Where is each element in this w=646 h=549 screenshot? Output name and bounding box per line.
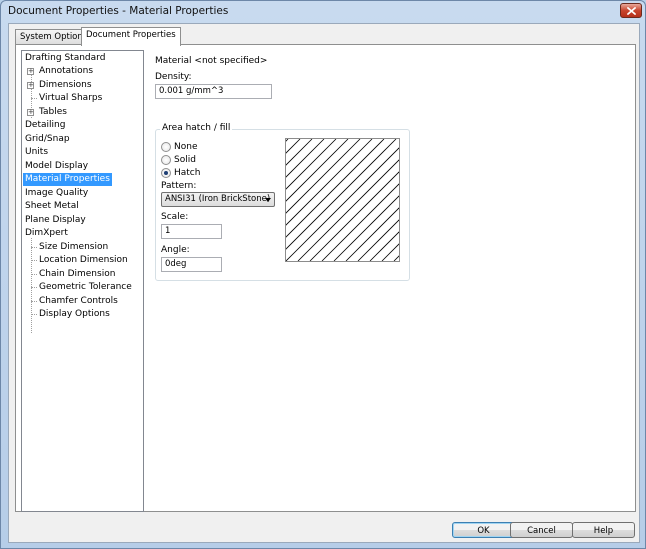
- tree-item-location-dimension[interactable]: Location Dimension: [37, 254, 130, 267]
- tree-item-plane-display[interactable]: Plane Display: [23, 214, 88, 227]
- tree-item-model-display[interactable]: Model Display: [23, 160, 90, 173]
- radio-solid-label: Solid: [174, 155, 196, 165]
- tree-item-drafting-standard[interactable]: Drafting Standard: [23, 52, 107, 65]
- angle-field[interactable]: 0deg: [161, 257, 222, 272]
- area-hatch-group: Area hatch / fill None Solid Hatch Patte…: [155, 123, 410, 281]
- expand-icon[interactable]: +: [27, 68, 34, 75]
- tree-item-units[interactable]: Units: [23, 146, 50, 159]
- radio-hatch-label: Hatch: [174, 168, 201, 178]
- tree-item-dimensions[interactable]: Dimensions: [37, 79, 94, 92]
- scale-label: Scale:: [161, 212, 189, 222]
- tab-document-properties[interactable]: Document Properties: [81, 27, 181, 46]
- radio-solid[interactable]: [161, 155, 171, 165]
- properties-tree[interactable]: + + + Drafting Standard Annotations Dime…: [21, 50, 144, 512]
- window-title: Document Properties - Material Propertie…: [8, 5, 229, 17]
- radio-hatch[interactable]: [161, 168, 171, 178]
- tree-item-image-quality[interactable]: Image Quality: [23, 187, 90, 200]
- hatch-preview: [285, 138, 400, 262]
- radio-none[interactable]: [161, 142, 171, 152]
- tree-item-detailing[interactable]: Detailing: [23, 119, 67, 132]
- close-icon: [626, 6, 636, 15]
- pattern-label: Pattern:: [161, 181, 197, 191]
- cancel-button[interactable]: Cancel: [510, 522, 573, 538]
- expand-icon[interactable]: +: [27, 82, 34, 89]
- tree-item-chain-dimension[interactable]: Chain Dimension: [37, 268, 117, 281]
- tree-item-tables[interactable]: Tables: [37, 106, 69, 119]
- angle-label: Angle:: [161, 245, 190, 255]
- hatch-pattern-graphic: [286, 139, 399, 261]
- tree-item-size-dimension[interactable]: Size Dimension: [37, 241, 110, 254]
- ok-button[interactable]: OK: [452, 522, 515, 538]
- area-hatch-group-title: Area hatch / fill: [160, 123, 233, 133]
- tree-item-material-properties[interactable]: Material Properties: [23, 173, 112, 186]
- dialog-window: Document Properties - Material Propertie…: [0, 0, 646, 549]
- scale-field[interactable]: 1: [161, 224, 222, 239]
- pattern-dropdown[interactable]: ANSI31 (Iron BrickStone): [161, 192, 275, 207]
- tree-item-grid-snap[interactable]: Grid/Snap: [23, 133, 72, 146]
- title-bar[interactable]: Document Properties - Material Propertie…: [1, 1, 645, 22]
- tree-item-sheet-metal[interactable]: Sheet Metal: [23, 200, 81, 213]
- expand-icon[interactable]: +: [27, 109, 34, 116]
- tree-item-virtual-sharps[interactable]: Virtual Sharps: [37, 92, 104, 105]
- chevron-down-icon: [265, 198, 271, 202]
- radio-none-label: None: [174, 142, 198, 152]
- tree-item-display-options[interactable]: Display Options: [37, 308, 112, 321]
- dialog-client-area: System Options Document Properties + + +…: [8, 23, 640, 543]
- help-button[interactable]: Help: [572, 522, 635, 538]
- tree-item-geometric-tolerance[interactable]: Geometric Tolerance: [37, 281, 134, 294]
- tree-item-annotations[interactable]: Annotations: [37, 65, 95, 78]
- pattern-dropdown-value: ANSI31 (Iron BrickStone): [165, 194, 271, 204]
- tree-item-dimxpert[interactable]: DimXpert: [23, 227, 70, 240]
- density-field[interactable]: 0.001 g/mm^3: [155, 84, 272, 99]
- material-label: Material <not specified>: [155, 56, 268, 66]
- density-label: Density:: [155, 72, 192, 82]
- tree-item-chamfer-controls[interactable]: Chamfer Controls: [37, 295, 120, 308]
- close-button[interactable]: [620, 3, 642, 18]
- tab-panel: + + + Drafting Standard Annotations Dime…: [15, 44, 636, 512]
- tree-connector: [31, 238, 32, 333]
